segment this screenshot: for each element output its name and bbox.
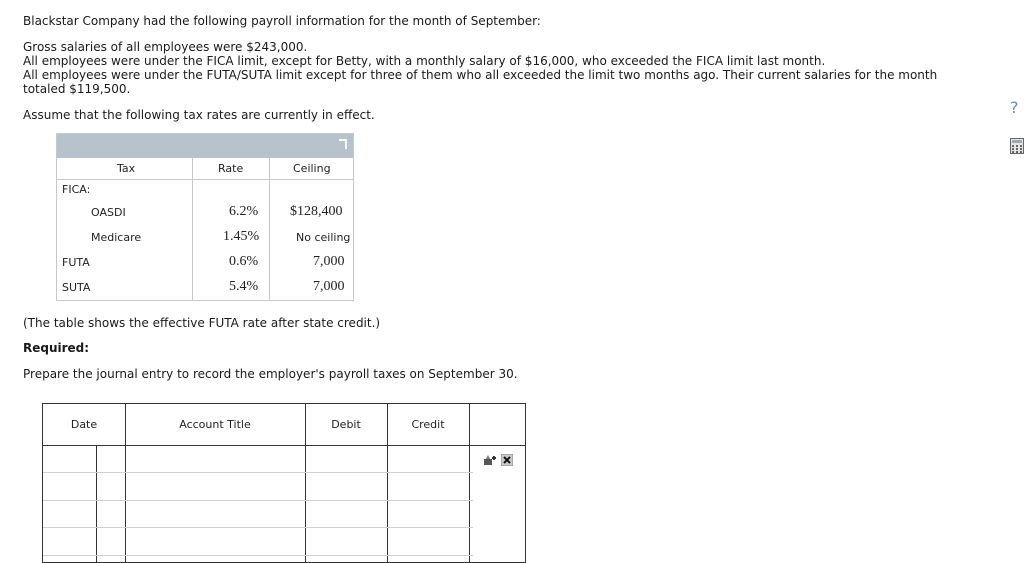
payroll-facts: Gross salaries of all employees were $24…	[23, 40, 983, 96]
ceiling-oasdi: $128,400	[290, 204, 343, 219]
header-tax: Tax	[117, 162, 136, 175]
intro-text: Blackstar Company had the following payr…	[23, 14, 541, 28]
grid-divider	[469, 404, 470, 562]
add-row-icon[interactable]	[483, 454, 497, 466]
ceiling-medicare: No ceiling	[296, 231, 351, 244]
account-title-input[interactable]	[126, 446, 305, 472]
calculator-icon[interactable]	[1010, 138, 1024, 154]
fact-futa-suta-limit: All employees were under the FUTA/SUTA l…	[23, 68, 938, 96]
tax-name-futa: FUTA	[62, 256, 90, 269]
header-debit: Debit	[331, 418, 361, 431]
ceiling-suta: 7,000	[313, 279, 345, 294]
date-month-input[interactable]	[44, 446, 96, 472]
rate-futa: 0.6%	[229, 254, 259, 269]
row-tools	[483, 452, 514, 466]
rate-oasdi: 6.2%	[229, 204, 259, 219]
header-rate: Rate	[218, 162, 244, 175]
assume-text: Assume that the following tax rates are …	[23, 108, 375, 122]
rate-suta: 5.4%	[229, 279, 259, 294]
table-header-rule	[57, 179, 353, 180]
fica-label: FICA:	[62, 183, 91, 196]
date-day-input[interactable]	[97, 446, 125, 472]
rate-medicare: 1.45%	[223, 229, 260, 244]
row-rule	[43, 527, 473, 528]
header-credit: Credit	[411, 418, 445, 431]
row-rule	[43, 555, 473, 556]
credit-input[interactable]	[388, 446, 469, 472]
delete-row-icon[interactable]	[500, 453, 514, 466]
tax-name-medicare: Medicare	[91, 231, 142, 244]
tax-name-suta: SUTA	[62, 281, 91, 294]
header-date: Date	[70, 418, 98, 431]
required-heading: Required:	[23, 341, 90, 355]
futa-note: (The table shows the effective FUTA rate…	[23, 316, 381, 330]
tax-name-oasdi: OASDI	[91, 206, 126, 219]
header-ceiling: Ceiling	[293, 162, 331, 175]
header-account-title: Account Title	[179, 418, 251, 431]
fact-gross-salaries: Gross salaries of all employees were $24…	[23, 40, 308, 54]
debit-input[interactable]	[306, 446, 387, 472]
tax-rate-table: Tax Rate Ceiling FICA: OASDI 6.2% $128,4…	[56, 133, 354, 301]
expand-table-icon[interactable]	[339, 139, 347, 149]
row-rule	[43, 500, 473, 501]
help-icon[interactable]: ?	[1010, 98, 1024, 117]
row-rule	[43, 472, 473, 473]
table-header-band	[57, 134, 353, 158]
fact-fica-limit: All employees were under the FICA limit,…	[23, 54, 826, 68]
task-instruction: Prepare the journal entry to record the …	[23, 367, 518, 381]
journal-entry-grid: Date Account Title Debit Credit	[42, 403, 526, 563]
ceiling-futa: 7,000	[313, 254, 345, 269]
